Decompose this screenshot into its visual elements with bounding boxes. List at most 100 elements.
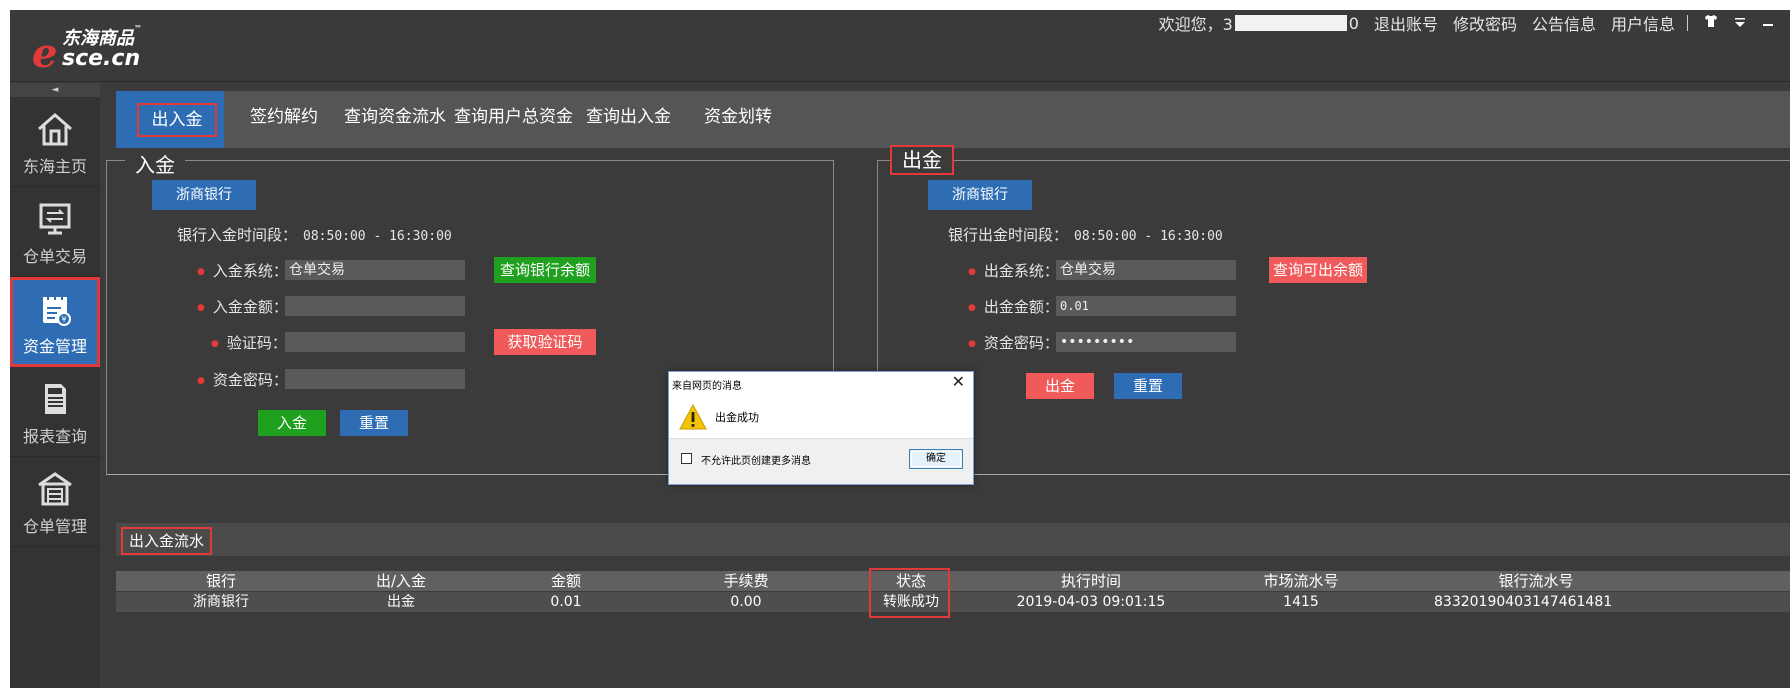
col-amount: 金额 [550,572,581,590]
cell-bank-serial: 83320190403147461481 [1434,594,1613,610]
logo-e-mark: e [32,30,58,77]
deposit-reset-button[interactable]: 重置 [340,410,408,436]
deposit-time-value: 08:50:00 - 16:30:00 [303,229,452,244]
query-withdrawable-balance-button[interactable]: 查询可出余额 [1269,257,1367,283]
flow-table-header: 银行 出/入金 金额 手续费 状态 执行时间 市场流水号 银行流水号 [116,571,1790,591]
col-fee: 手续费 [723,572,769,590]
withdraw-title: 出金 [890,145,954,175]
svg-text:¥: ¥ [61,315,66,324]
logo-trademark: ™ [134,24,142,33]
warehouse-icon [35,469,75,509]
announcement-link[interactable]: 公告信息 [1532,11,1596,35]
get-captcha-button[interactable]: 获取验证码 [494,329,596,355]
sidebar-item-label: 东海主页 [22,157,87,176]
change-password-link[interactable]: 修改密码 [1453,11,1517,35]
withdraw-panel: 出金 浙商银行 银行出金时间段： 08:50:00 - 16:30:00 ● 出金系… [877,145,1790,475]
flow-section-title: 出入金流水 [121,527,213,555]
sidebar-item-reports[interactable]: 报表查询 [10,367,100,457]
block-messages-checkbox[interactable] [681,453,692,464]
query-bank-balance-button[interactable]: 查询银行余额 [494,257,596,283]
dialog-footer: 不允许此页创建更多消息 确定 [669,438,973,484]
deposit-title: 入金 [125,149,185,178]
cell-type: 出金 [387,594,415,610]
sidebar-item-trading[interactable]: 仓单交易 [10,187,100,277]
withdraw-password-input[interactable]: ••••••••• [1056,332,1236,352]
flow-section-bar: 出入金流水 [116,523,1790,556]
col-bank-serial: 银行流水号 [1498,572,1574,590]
status-highlight [869,568,950,618]
withdraw-reset-button[interactable]: 重置 [1114,373,1182,399]
sidebar-item-label: 仓单交易 [22,247,87,266]
report-document-icon [35,379,75,419]
col-type: 出/入金 [375,572,427,590]
deposit-system-label: ● 入金系统： [197,262,288,280]
fund-calendar-icon: ¥ [35,289,75,329]
user-info-link[interactable]: 用户信息 [1611,11,1675,35]
withdraw-submit-button[interactable]: 出金 [1026,373,1094,399]
dropdown-icon[interactable] [1734,14,1746,32]
withdraw-bank-button[interactable]: 浙商银行 [928,180,1032,210]
minimize-icon[interactable] [1762,14,1774,32]
logo-domain: sce.cn [62,46,141,71]
logout-link[interactable]: 退出账号 [1374,11,1438,35]
alert-dialog: 来自网页的消息 ✕ 出金成功 不允许此页创建更多消息 确定 [668,371,974,485]
close-icon[interactable]: ✕ [952,372,965,391]
cell-exec-time: 2019-04-03 09:01:15 [1016,594,1166,610]
home-icon [35,109,75,149]
tab-query-fund-flow[interactable]: 查询资金流水 [344,91,446,148]
cell-market-serial: 1415 [1283,594,1319,610]
withdraw-time-value: 08:50:00 - 16:30:00 [1074,229,1223,244]
deposit-amount-input[interactable] [285,296,465,316]
captcha-input[interactable] [285,332,465,352]
deposit-password-label: ● 资金密码： [197,371,288,389]
sidebar-item-home[interactable]: 东海主页 [10,97,100,187]
sidebar-item-fund-management[interactable]: ¥ 资金管理 [10,277,100,367]
tab-deposit-withdraw[interactable]: 出入金 [116,91,224,148]
deposit-bank-button[interactable]: 浙商银行 [152,180,256,210]
sidebar-collapse-button[interactable]: ◄ [10,83,100,97]
withdraw-time-window: 银行出金时间段： 08:50:00 - 16:30:00 [948,224,1223,245]
sidebar-item-label: 报表查询 [22,427,87,446]
withdraw-system-label: ● 出金系统： [968,262,1059,280]
welcome-text-tail: 0 [1348,13,1359,33]
tab-query-deposit-withdraw[interactable]: 查询出入金 [586,91,671,148]
sidebar-item-label: 仓单管理 [22,517,87,536]
welcome-text: 欢迎您，3 [1158,15,1233,34]
top-links: 欢迎您，3 0 退出账号 修改密码 公告信息 用户信息 [1159,10,1774,36]
warning-icon [679,403,707,434]
table-row[interactable]: 浙商银行 出金 0.01 0.00 转账成功 2019-04-03 09:01:… [116,592,1790,612]
deposit-system-select[interactable]: 仓单交易 [285,260,465,280]
col-bank: 银行 [205,572,236,590]
sidebar: ◄ 东海主页 仓单交易 ¥ 资金管理 报表查询 仓单管理 [10,83,100,688]
top-bar: e 东海商品™ sce.cn 欢迎您，3 0 退出账号 修改密码 公告信息 用户… [10,10,1790,82]
withdraw-system-select[interactable]: 仓单交易 [1056,260,1236,280]
deposit-password-input[interactable] [285,369,465,389]
cell-fee: 0.00 [730,594,762,610]
sidebar-item-warehouse[interactable]: 仓单管理 [10,457,100,547]
deposit-submit-button[interactable]: 入金 [258,410,326,436]
monitor-exchange-icon [35,199,75,239]
cell-bank: 浙商银行 [193,594,249,610]
ok-button[interactable]: 确定 [909,449,963,469]
withdraw-time-label: 银行出金时间段： [948,226,1069,244]
tab-query-total-funds[interactable]: 查询用户总资金 [454,91,573,148]
redacted-username [1234,15,1347,31]
dialog-message: 出金成功 [715,411,759,424]
dialog-title: 来自网页的消息 [672,381,742,392]
cell-amount: 0.01 [550,594,582,610]
col-exec-time: 执行时间 [1060,572,1121,590]
col-market-serial: 市场流水号 [1263,572,1339,590]
deposit-amount-label: ● 入金金额： [197,298,288,316]
tab-sign-cancel[interactable]: 签约解约 [250,91,318,148]
withdraw-amount-input[interactable]: 0.01 [1056,296,1236,316]
sidebar-item-label: 资金管理 [22,337,87,356]
shirt-icon[interactable] [1704,14,1718,32]
app-window: e 东海商品™ sce.cn 欢迎您，3 0 退出账号 修改密码 公告信息 用户… [10,10,1790,688]
block-messages-label[interactable]: 不允许此页创建更多消息 [701,452,811,467]
fund-tabs: 出入金 签约解约 查询资金流水 查询用户总资金 查询出入金 资金划转 [116,91,1790,148]
divider [1687,15,1688,31]
deposit-time-window: 银行入金时间段： 08:50:00 - 16:30:00 [177,224,452,245]
tab-fund-transfer[interactable]: 资金划转 [704,91,772,148]
withdraw-password-label: ● 资金密码： [968,334,1059,352]
withdraw-amount-label: ● 出金金额： [968,298,1059,316]
